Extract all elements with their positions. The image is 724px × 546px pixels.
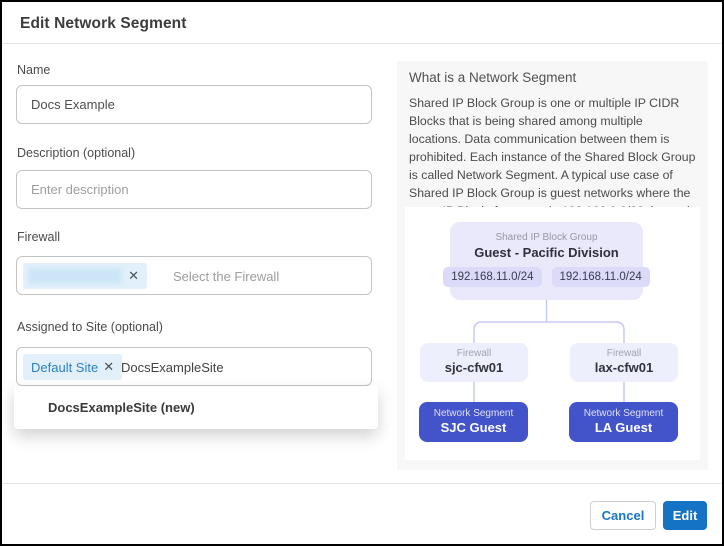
site-field-label: Assigned to Site (optional): [17, 320, 163, 334]
default-site-chip-label: Default Site: [31, 360, 98, 375]
name-input[interactable]: [16, 85, 372, 124]
header-divider: [2, 43, 722, 44]
name-field-label: Name: [17, 63, 50, 77]
segment-node-type-label: Network Segment: [569, 408, 678, 419]
firewall-placeholder: Select the Firewall: [173, 269, 279, 284]
description-field-label: Description (optional): [17, 146, 135, 160]
site-select-field[interactable]: Default Site ✕ DocsExampleSite: [16, 347, 372, 386]
footer-divider: [2, 483, 722, 484]
edit-button[interactable]: Edit: [663, 501, 707, 530]
cidr-chip: 192.168.11.0/24: [443, 267, 541, 287]
default-site-chip[interactable]: Default Site ✕: [23, 354, 122, 380]
segment-node-name: LA Guest: [569, 420, 678, 435]
info-panel: What is a Network Segment Shared IP Bloc…: [397, 61, 708, 470]
edit-network-segment-dialog: Edit Network Segment Name Description (o…: [2, 2, 722, 544]
firewall-field-label: Firewall: [17, 230, 60, 244]
description-input[interactable]: [16, 170, 372, 209]
firewall-node-type-label: Firewall: [570, 348, 678, 359]
firewall-node-sjc: Firewall sjc-cfw01: [420, 343, 528, 382]
group-node-type-label: Shared IP Block Group: [450, 232, 643, 243]
firewall-node-lax: Firewall lax-cfw01: [570, 343, 678, 382]
segment-node-la: Network Segment LA Guest: [569, 402, 678, 442]
info-heading: What is a Network Segment: [409, 70, 576, 85]
segment-node-sjc: Network Segment SJC Guest: [419, 402, 528, 442]
dialog-title: Edit Network Segment: [20, 15, 187, 33]
group-node-name: Guest - Pacific Division: [450, 245, 643, 260]
firewall-node-type-label: Firewall: [420, 348, 528, 359]
segment-node-name: SJC Guest: [419, 420, 528, 435]
cidr-chip-row: 192.168.11.0/24 192.168.11.0/24: [450, 267, 643, 287]
firewall-select-field[interactable]: ✕ Select the Firewall: [16, 256, 372, 295]
shared-ip-block-group-node: Shared IP Block Group Guest - Pacific Di…: [450, 222, 643, 300]
firewall-node-name: lax-cfw01: [570, 360, 678, 375]
site-typed-value: DocsExampleSite: [121, 360, 224, 375]
firewall-chip[interactable]: ✕: [23, 263, 147, 289]
screenshot-frame: Edit Network Segment Name Description (o…: [0, 0, 724, 546]
network-segment-diagram: Shared IP Block Group Guest - Pacific Di…: [405, 207, 700, 460]
cidr-chip: 192.168.11.0/24: [552, 267, 650, 287]
cancel-button[interactable]: Cancel: [590, 501, 656, 530]
firewall-node-name: sjc-cfw01: [420, 360, 528, 375]
segment-node-type-label: Network Segment: [419, 408, 528, 419]
site-suggestions-dropdown: DocsExampleSite (new): [14, 386, 378, 429]
remove-site-chip-icon[interactable]: ✕: [103, 359, 114, 375]
remove-firewall-chip-icon[interactable]: ✕: [128, 268, 139, 284]
redacted-firewall-name: [28, 268, 122, 284]
site-suggestion-new[interactable]: DocsExampleSite (new): [14, 400, 378, 415]
